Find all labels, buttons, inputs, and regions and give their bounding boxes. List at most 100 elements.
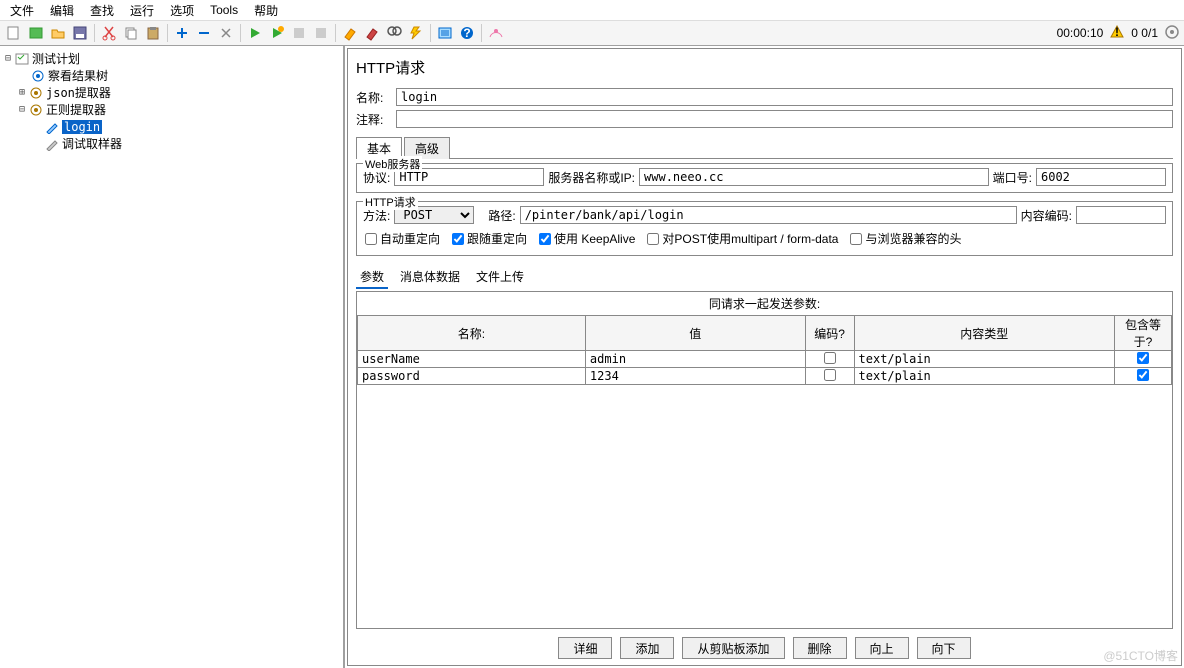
testplan-icon: [14, 51, 30, 67]
tree-item-login[interactable]: login: [62, 120, 102, 134]
auto-redirect-label: 自动重定向: [380, 230, 440, 247]
table-row[interactable]: password 1234 text/plain: [358, 368, 1172, 385]
warning-icon[interactable]: !: [1109, 24, 1125, 43]
add-button[interactable]: 添加: [620, 637, 674, 659]
port-input[interactable]: [1036, 168, 1166, 186]
stop-icon[interactable]: [289, 23, 309, 43]
up-button[interactable]: 向上: [855, 637, 909, 659]
templates-icon[interactable]: [26, 23, 46, 43]
delete-button[interactable]: 删除: [793, 637, 847, 659]
param-name[interactable]: userName: [358, 351, 586, 368]
param-value[interactable]: admin: [585, 351, 805, 368]
results-tree-icon: [30, 68, 46, 84]
name-label: 名称:: [356, 89, 392, 106]
subtab-files[interactable]: 文件上传: [472, 266, 528, 289]
elapsed-time: 00:00:10: [1057, 26, 1104, 40]
help-icon[interactable]: ?: [457, 23, 477, 43]
th-name[interactable]: 名称:: [358, 316, 586, 351]
keepalive-checkbox[interactable]: [539, 233, 551, 245]
reset-search-icon[interactable]: [406, 23, 426, 43]
save-icon[interactable]: [70, 23, 90, 43]
table-row[interactable]: userName admin text/plain: [358, 351, 1172, 368]
clear-all-icon[interactable]: [362, 23, 382, 43]
web-server-legend: Web服务器: [363, 156, 422, 172]
subtab-body[interactable]: 消息体数据: [396, 266, 464, 289]
clear-icon[interactable]: [340, 23, 360, 43]
param-include-checkbox[interactable]: [1137, 369, 1149, 381]
search-icon[interactable]: [384, 23, 404, 43]
th-include[interactable]: 包含等于?: [1115, 316, 1172, 351]
param-ctype[interactable]: text/plain: [854, 351, 1114, 368]
expand-toggle[interactable]: ⊟: [16, 104, 28, 115]
paste-icon[interactable]: [143, 23, 163, 43]
th-value[interactable]: 值: [585, 316, 805, 351]
menu-tools[interactable]: Tools: [204, 1, 244, 19]
start-icon[interactable]: [245, 23, 265, 43]
detail-button[interactable]: 详细: [558, 637, 612, 659]
function-helper-icon[interactable]: [435, 23, 455, 43]
shutdown-icon[interactable]: [311, 23, 331, 43]
thread-count: 0 0/1: [1131, 26, 1158, 40]
gc-icon[interactable]: [1164, 24, 1180, 43]
follow-redirect-checkbox[interactable]: [452, 233, 464, 245]
params-box: 同请求一起发送参数: 名称: 值 编码? 内容类型 包含等于? userName…: [356, 291, 1173, 629]
open-icon[interactable]: [48, 23, 68, 43]
down-button[interactable]: 向下: [917, 637, 971, 659]
cut-icon[interactable]: [99, 23, 119, 43]
start-no-timers-icon[interactable]: [267, 23, 287, 43]
new-icon[interactable]: [4, 23, 24, 43]
param-encode-checkbox[interactable]: [824, 352, 836, 364]
param-include-checkbox[interactable]: [1137, 352, 1149, 364]
content-panel: HTTP请求 名称: 注释: 基本 高级 Web服务器 协议: 服务器名称或IP…: [347, 48, 1182, 666]
auto-redirect-checkbox[interactable]: [365, 233, 377, 245]
tree-item-regex-extractor[interactable]: 正则提取器: [46, 101, 106, 118]
http-request-fieldset: HTTP请求 方法: POST 路径: 内容编码: 自动重定向 跟随重定向 使用…: [356, 201, 1173, 256]
name-input[interactable]: [396, 88, 1173, 106]
param-encode-checkbox[interactable]: [824, 369, 836, 381]
params-title: 同请求一起发送参数:: [357, 292, 1172, 315]
subtabs: 参数 消息体数据 文件上传: [356, 266, 1173, 289]
menu-help[interactable]: 帮助: [248, 0, 284, 21]
tree-root[interactable]: 测试计划: [32, 50, 80, 67]
th-ctype[interactable]: 内容类型: [854, 316, 1114, 351]
button-row: 详细 添加 从剪贴板添加 删除 向上 向下: [348, 631, 1181, 665]
collapse-icon[interactable]: [194, 23, 214, 43]
extractor-icon: [28, 102, 44, 118]
server-label: 服务器名称或IP:: [548, 169, 635, 186]
path-input[interactable]: [520, 206, 1017, 224]
encoding-input[interactable]: [1076, 206, 1166, 224]
param-value[interactable]: 1234: [585, 368, 805, 385]
keepalive-label: 使用 KeepAlive: [554, 230, 635, 247]
copy-icon[interactable]: [121, 23, 141, 43]
comment-label: 注释:: [356, 111, 392, 128]
svg-text:!: !: [1115, 25, 1119, 39]
panel-title: HTTP请求: [348, 49, 1181, 86]
tree-item-json-extractor[interactable]: json提取器: [46, 84, 111, 101]
path-label: 路径:: [488, 207, 515, 224]
expand-toggle[interactable]: ⊟: [2, 53, 14, 64]
menu-options[interactable]: 选项: [164, 0, 200, 21]
menu-edit[interactable]: 编辑: [44, 0, 80, 21]
follow-redirect-label: 跟随重定向: [467, 230, 527, 247]
comment-input[interactable]: [396, 110, 1173, 128]
expand-toggle[interactable]: ⊞: [16, 87, 28, 98]
browser-headers-checkbox[interactable]: [850, 233, 862, 245]
toggle-icon[interactable]: [216, 23, 236, 43]
menu-search[interactable]: 查找: [84, 0, 120, 21]
expand-icon[interactable]: [172, 23, 192, 43]
main-area: ⊟ 测试计划 察看结果树 ⊞ json提取器 ⊟ 正则提取器 login 调试取…: [0, 46, 1184, 668]
param-name[interactable]: password: [358, 368, 586, 385]
menu-file[interactable]: 文件: [4, 0, 40, 21]
add-clipboard-button[interactable]: 从剪贴板添加: [682, 637, 784, 659]
tree-item-debug[interactable]: 调试取样器: [62, 135, 122, 152]
th-encode[interactable]: 编码?: [805, 316, 854, 351]
heap-dump-icon[interactable]: [486, 23, 506, 43]
menu-run[interactable]: 运行: [124, 0, 160, 21]
extractor-icon: [28, 85, 44, 101]
server-input[interactable]: [639, 168, 989, 186]
multipart-checkbox[interactable]: [647, 233, 659, 245]
tree-panel: ⊟ 测试计划 察看结果树 ⊞ json提取器 ⊟ 正则提取器 login 调试取…: [0, 46, 345, 668]
subtab-params[interactable]: 参数: [356, 266, 388, 289]
param-ctype[interactable]: text/plain: [854, 368, 1114, 385]
tree-item-results[interactable]: 察看结果树: [48, 67, 108, 84]
